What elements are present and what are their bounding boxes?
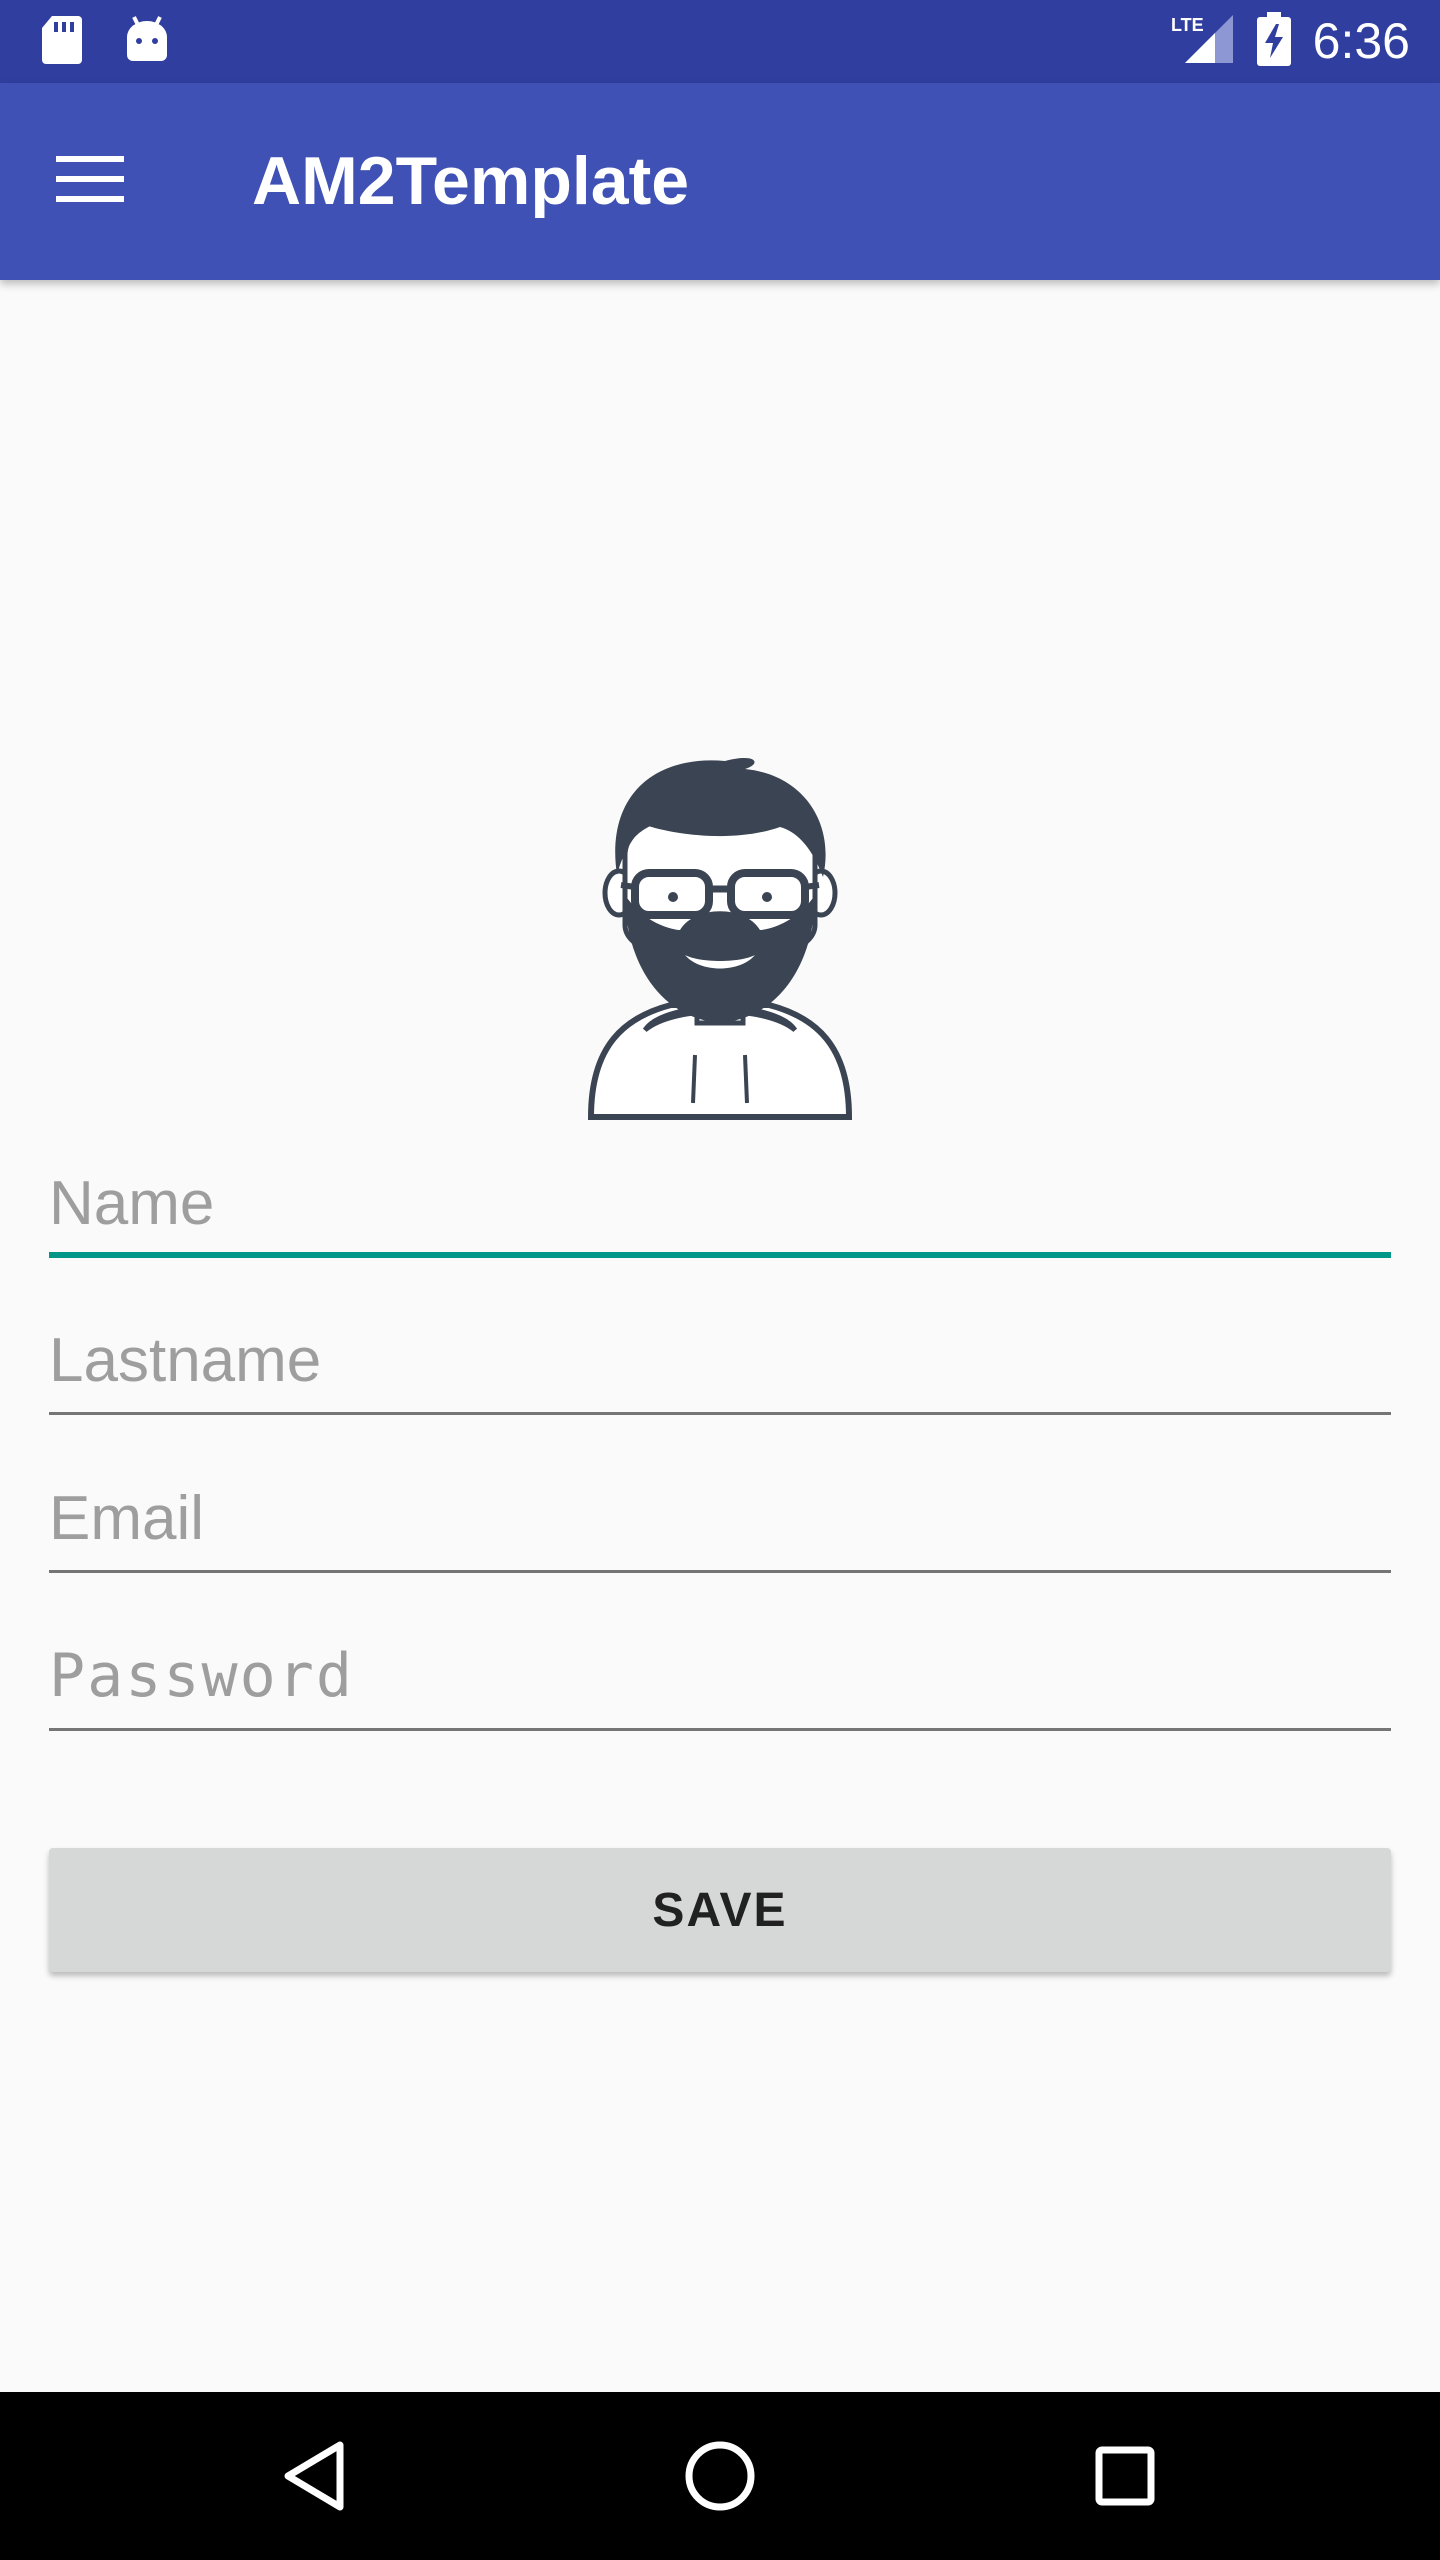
status-notifications: [40, 14, 170, 71]
status-system: LTE 6:36: [1171, 10, 1410, 72]
save-button[interactable]: SAVE: [49, 1848, 1391, 1972]
battery-charging-icon: [1256, 11, 1291, 71]
lastname-input[interactable]: [49, 1305, 1391, 1415]
lte-signal-icon: LTE: [1171, 13, 1235, 70]
email-input[interactable]: [49, 1463, 1391, 1573]
app-title: AM2Template: [252, 143, 690, 219]
navigation-bar: [0, 2392, 1440, 2560]
hamburger-menu-icon: [56, 154, 124, 209]
back-icon: [284, 2441, 344, 2511]
home-icon: [685, 2441, 755, 2511]
recents-button[interactable]: [1075, 2426, 1175, 2526]
lastname-field[interactable]: [49, 1305, 1391, 1415]
app-screen: LTE 6:36 AM2Template Name Lastname Email…: [0, 0, 1440, 2560]
name-field[interactable]: [49, 1148, 1391, 1258]
app-bar: AM2Template: [0, 83, 1440, 280]
status-time: 6:36: [1312, 13, 1410, 69]
back-button[interactable]: [265, 2426, 365, 2526]
recents-icon: [1095, 2446, 1155, 2506]
password-underline: [49, 1728, 1391, 1731]
bearded-man-avatar-icon: [587, 758, 853, 1120]
home-button[interactable]: [670, 2426, 770, 2526]
avatar: [585, 755, 855, 1125]
sd-card-icon: [40, 14, 84, 71]
password-input[interactable]: [49, 1621, 1391, 1731]
email-underline: [49, 1570, 1391, 1573]
password-field[interactable]: [49, 1621, 1391, 1731]
lastname-underline: [49, 1412, 1391, 1415]
status-bar: LTE 6:36: [0, 0, 1440, 83]
email-field[interactable]: [49, 1463, 1391, 1573]
menu-button[interactable]: [40, 131, 140, 231]
svg-text:LTE: LTE: [1171, 15, 1204, 35]
name-input[interactable]: [49, 1148, 1391, 1258]
android-icon: [124, 15, 170, 70]
name-underline: [49, 1252, 1391, 1258]
